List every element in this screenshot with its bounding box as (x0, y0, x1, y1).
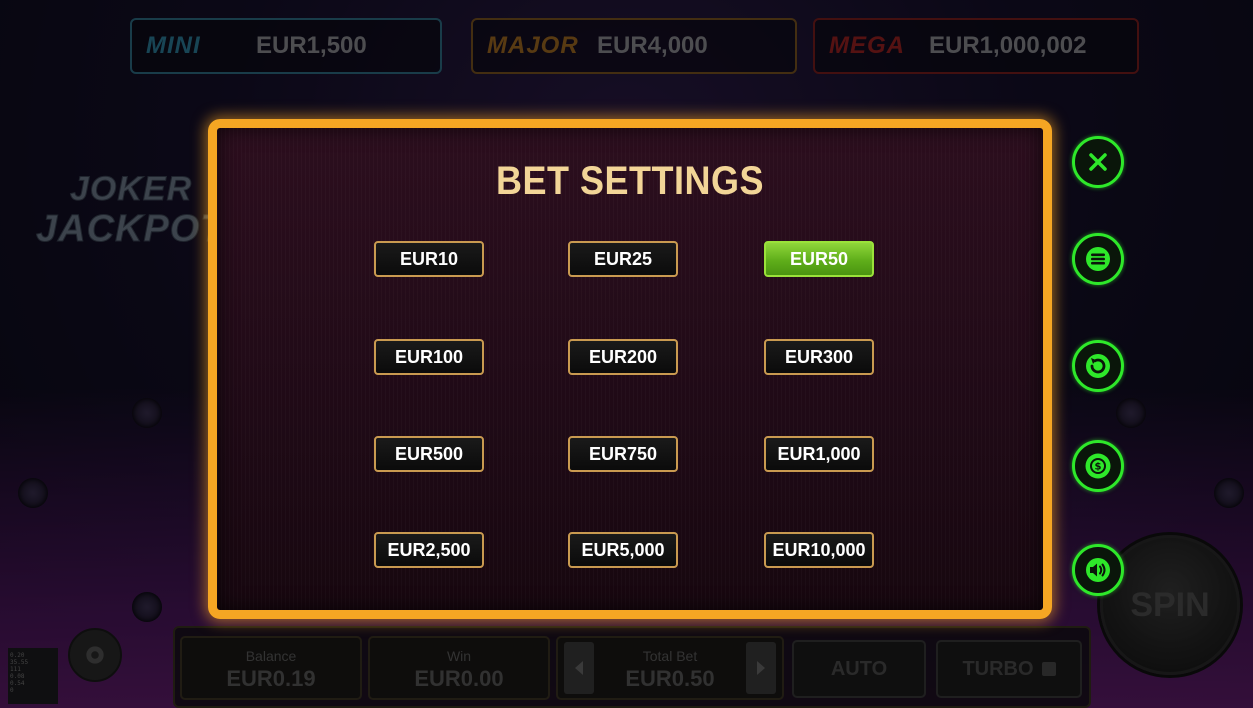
bet-option[interactable]: EUR300 (764, 339, 874, 375)
bet-option[interactable]: EUR2,500 (374, 532, 484, 568)
bet-option[interactable]: EUR750 (568, 436, 678, 472)
sound-button[interactable] (1072, 544, 1124, 596)
svg-text:$: $ (1095, 462, 1102, 473)
bet-option[interactable]: EUR200 (568, 339, 678, 375)
close-button[interactable] (1072, 136, 1124, 188)
bet-option[interactable]: EUR100 (374, 339, 484, 375)
menu-icon (1086, 247, 1110, 271)
coin-icon: $ (1085, 453, 1111, 479)
bet-option-selected[interactable]: EUR50 (764, 241, 874, 277)
coin-button[interactable]: $ (1072, 440, 1124, 492)
sound-icon (1086, 558, 1110, 582)
bet-settings-dialog: BET SETTINGS EUR10 EUR25 EUR50 EUR100 EU… (208, 119, 1052, 619)
menu-button[interactable] (1072, 233, 1124, 285)
bet-option[interactable]: EUR25 (568, 241, 678, 277)
bet-option[interactable]: EUR5,000 (568, 532, 678, 568)
close-icon (1089, 153, 1107, 171)
history-button[interactable] (1072, 340, 1124, 392)
history-icon (1086, 354, 1110, 378)
bet-option[interactable]: EUR1,000 (764, 436, 874, 472)
bet-option[interactable]: EUR500 (374, 436, 484, 472)
bet-option[interactable]: EUR10 (374, 241, 484, 277)
bet-option[interactable]: EUR10,000 (764, 532, 874, 568)
dialog-title: BET SETTINGS (495, 157, 765, 203)
